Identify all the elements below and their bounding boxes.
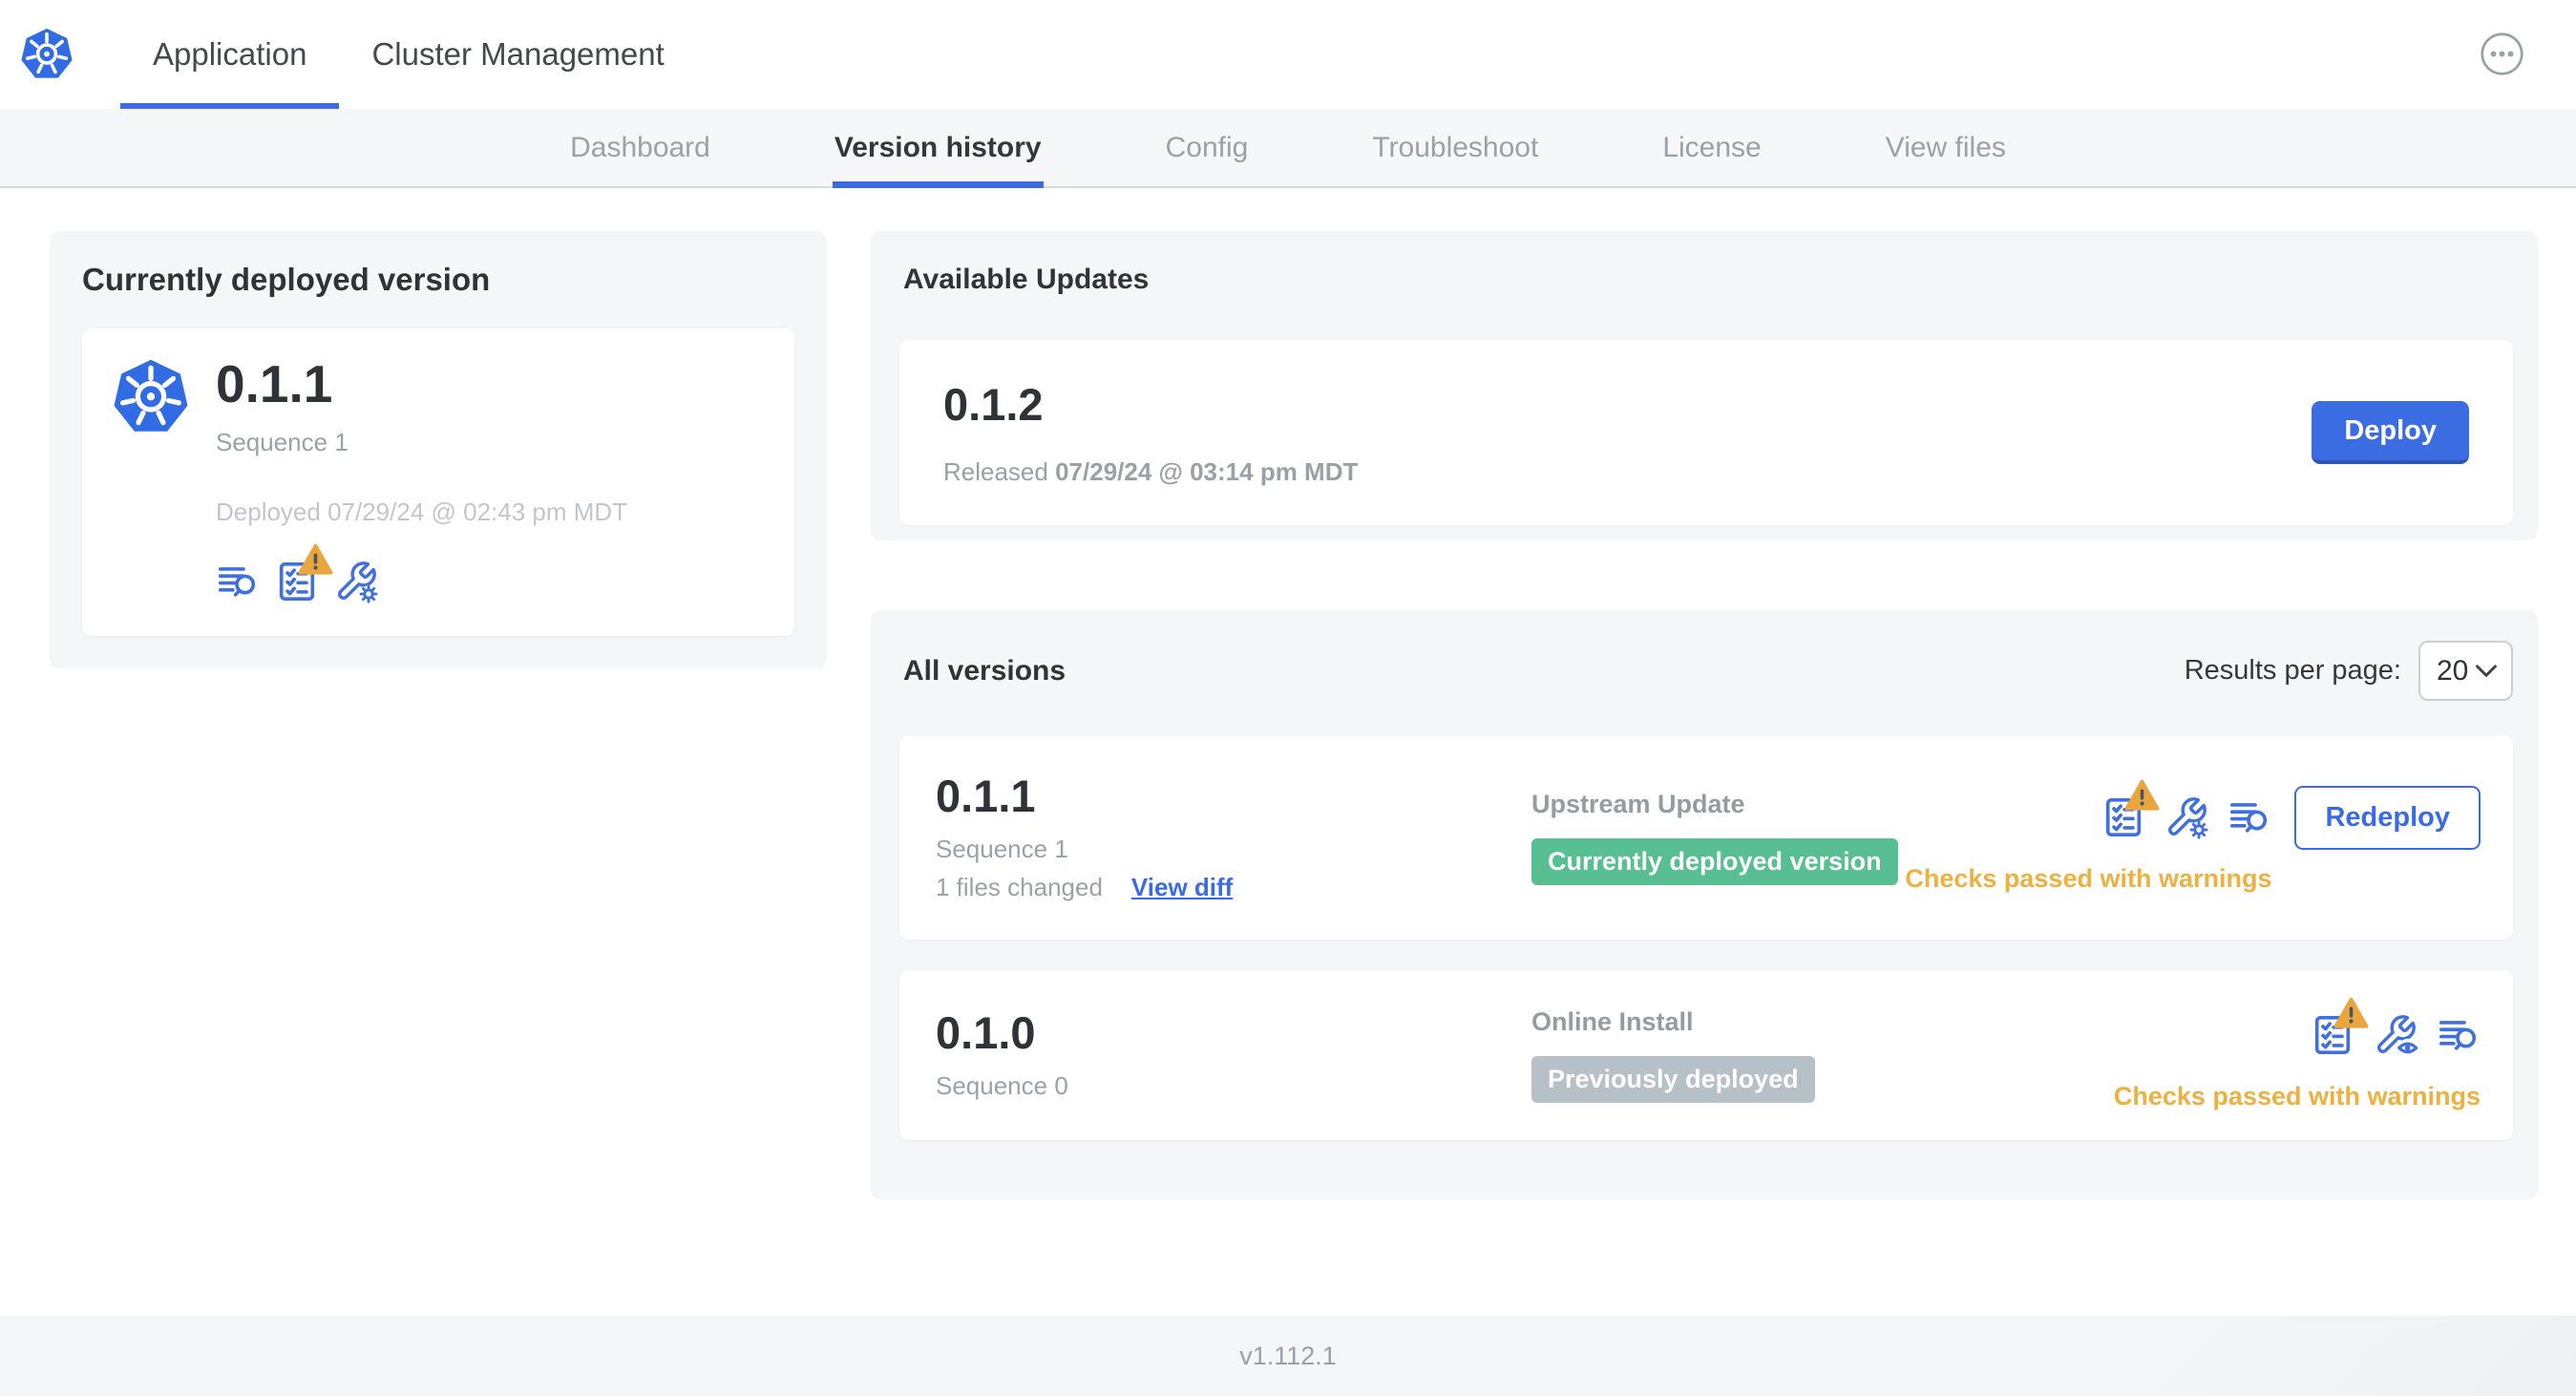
- available-update-card: 0.1.2 Released 07/29/24 @ 03:14 pm MDT D…: [899, 340, 2513, 525]
- version-row-0-1-1: 0.1.1 Sequence 1 1 files changed View di…: [899, 735, 2513, 940]
- released-date: 07/29/24 @ 03:14 pm MDT: [1055, 457, 1359, 486]
- update-released-line: Released 07/29/24 @ 03:14 pm MDT: [943, 457, 1358, 487]
- warning-triangle-icon: [2333, 997, 2369, 1028]
- tab-application[interactable]: Application: [120, 0, 340, 109]
- version-info: 0.1.1 Sequence 1 1 files changed View di…: [936, 773, 1531, 902]
- version-actions: Checks passed with warnings Redeploy: [1905, 779, 2481, 894]
- kubernetes-logo-icon: [19, 27, 74, 82]
- version-sequence: Sequence 0: [936, 1070, 1068, 1100]
- currently-deployed-details: 0.1.1 Sequence 1 Deployed 07/29/24 @ 02:…: [216, 354, 628, 603]
- app-header: Application Cluster Management: [0, 0, 2576, 109]
- tab-version-history[interactable]: Version history: [832, 109, 1044, 188]
- tab-troubleshoot[interactable]: Troubleshoot: [1372, 109, 1538, 186]
- version-source: Online Install Previously deployed: [1531, 1007, 2114, 1103]
- released-prefix: Released: [943, 457, 1048, 486]
- tab-view-files-label: View files: [1885, 131, 2006, 163]
- preflight-checks-warning-icon[interactable]: [275, 543, 333, 603]
- results-per-page-select[interactable]: 20: [2418, 641, 2513, 701]
- console-version: v1.112.1: [1239, 1341, 1337, 1370]
- all-versions-header: All versions Results per page: 20: [903, 641, 2513, 701]
- currently-deployed-title: Currently deployed version: [82, 262, 491, 297]
- update-version-number: 0.1.2: [943, 379, 1044, 430]
- version-number: 0.1.1: [936, 770, 1036, 821]
- all-versions-title: All versions: [903, 654, 1066, 687]
- currently-deployed-panel: Currently deployed version 0.1.1 Sequenc…: [50, 231, 827, 668]
- main-content: Currently deployed version 0.1.1 Sequenc…: [0, 188, 2576, 1199]
- release-notes-icon[interactable]: [2437, 1013, 2481, 1057]
- tab-config[interactable]: Config: [1166, 109, 1249, 186]
- tab-view-files[interactable]: View files: [1886, 109, 2006, 186]
- tab-cluster-management-label: Cluster Management: [371, 36, 665, 72]
- version-source: Upstream Update Currently deployed versi…: [1531, 790, 1905, 885]
- config-edit-icon[interactable]: [334, 560, 378, 603]
- version-actions: Checks passed with warnings: [2113, 997, 2481, 1111]
- checks-status: Checks passed with warnings: [1905, 863, 2272, 893]
- available-updates-panel: Available Updates 0.1.2 Released 07/29/2…: [871, 231, 2538, 540]
- tab-license[interactable]: License: [1662, 109, 1761, 186]
- kubernetes-app-icon: [111, 357, 191, 437]
- tab-application-label: Application: [153, 36, 307, 72]
- tab-version-history-label: Version history: [834, 131, 1042, 163]
- results-per-page: Results per page: 20: [2185, 641, 2513, 701]
- version-number: 0.1.0: [936, 1006, 1036, 1058]
- release-notes-icon[interactable]: [216, 560, 260, 603]
- version-action-icons: Checks passed with warnings: [2113, 997, 2481, 1111]
- version-action-icons: Checks passed with warnings: [1905, 779, 2272, 894]
- header-tabs: Application Cluster Management: [120, 0, 697, 109]
- available-updates-title: Available Updates: [903, 264, 1150, 295]
- icons-row: [2101, 779, 2271, 839]
- view-diff-link[interactable]: View diff: [1131, 873, 1233, 902]
- right-column: Available Updates 0.1.2 Released 07/29/2…: [871, 231, 2538, 1199]
- app-footer: v1.112.1: [0, 1316, 2576, 1396]
- app-subnav: Dashboard Version history Config Trouble…: [0, 109, 2576, 188]
- current-version-actions: [216, 543, 627, 603]
- update-details: 0.1.2 Released 07/29/24 @ 03:14 pm MDT: [943, 378, 1358, 487]
- version-sequence: Sequence 1: [936, 834, 1068, 863]
- source-label: Online Install: [1531, 1007, 1694, 1036]
- deploy-button[interactable]: Deploy: [2312, 401, 2469, 464]
- tab-troubleshoot-label: Troubleshoot: [1372, 131, 1539, 163]
- status-badge: Currently deployed version: [1531, 838, 1898, 885]
- current-version-number: 0.1.1: [216, 354, 333, 413]
- checks-status: Checks passed with warnings: [2113, 1081, 2481, 1110]
- config-view-icon[interactable]: [2374, 1013, 2418, 1057]
- redeploy-button[interactable]: Redeploy: [2294, 785, 2481, 850]
- version-row-0-1-0: 0.1.0 Sequence 0 Online Install Previous…: [899, 970, 2513, 1140]
- version-rows: 0.1.1 Sequence 1 1 files changed View di…: [899, 735, 2513, 1140]
- warning-triangle-icon: [2124, 779, 2160, 811]
- currently-deployed-card: 0.1.1 Sequence 1 Deployed 07/29/24 @ 02:…: [82, 328, 794, 636]
- tab-config-label: Config: [1165, 131, 1249, 163]
- version-info: 0.1.0 Sequence 0: [936, 1010, 1531, 1101]
- preflight-checks-warning-icon[interactable]: [2101, 779, 2160, 839]
- tab-dashboard[interactable]: Dashboard: [570, 109, 710, 186]
- config-edit-icon[interactable]: [2164, 795, 2209, 839]
- current-sequence: Sequence 1: [216, 427, 348, 456]
- results-per-page-value: 20: [2437, 654, 2469, 687]
- release-notes-icon[interactable]: [2228, 795, 2271, 839]
- warning-triangle-icon: [298, 543, 333, 575]
- chevron-down-icon: [2476, 664, 2497, 677]
- files-changed-line: 1 files changed View diff: [936, 873, 1531, 902]
- icons-row: [2311, 997, 2481, 1057]
- tab-cluster-management[interactable]: Cluster Management: [339, 0, 696, 109]
- all-versions-panel: All versions Results per page: 20 0.1.1 …: [871, 610, 2538, 1199]
- preflight-checks-warning-icon[interactable]: [2311, 997, 2369, 1057]
- status-badge: Previously deployed: [1531, 1056, 1815, 1103]
- tab-license-label: License: [1662, 131, 1762, 163]
- tab-dashboard-label: Dashboard: [570, 131, 710, 163]
- ellipsis-icon[interactable]: [2480, 32, 2524, 76]
- files-changed-text: 1 files changed: [936, 872, 1103, 901]
- results-per-page-label: Results per page:: [2184, 655, 2401, 686]
- current-deployed-timestamp: Deployed 07/29/24 @ 02:43 pm MDT: [216, 497, 628, 526]
- source-label: Upstream Update: [1531, 790, 1745, 818]
